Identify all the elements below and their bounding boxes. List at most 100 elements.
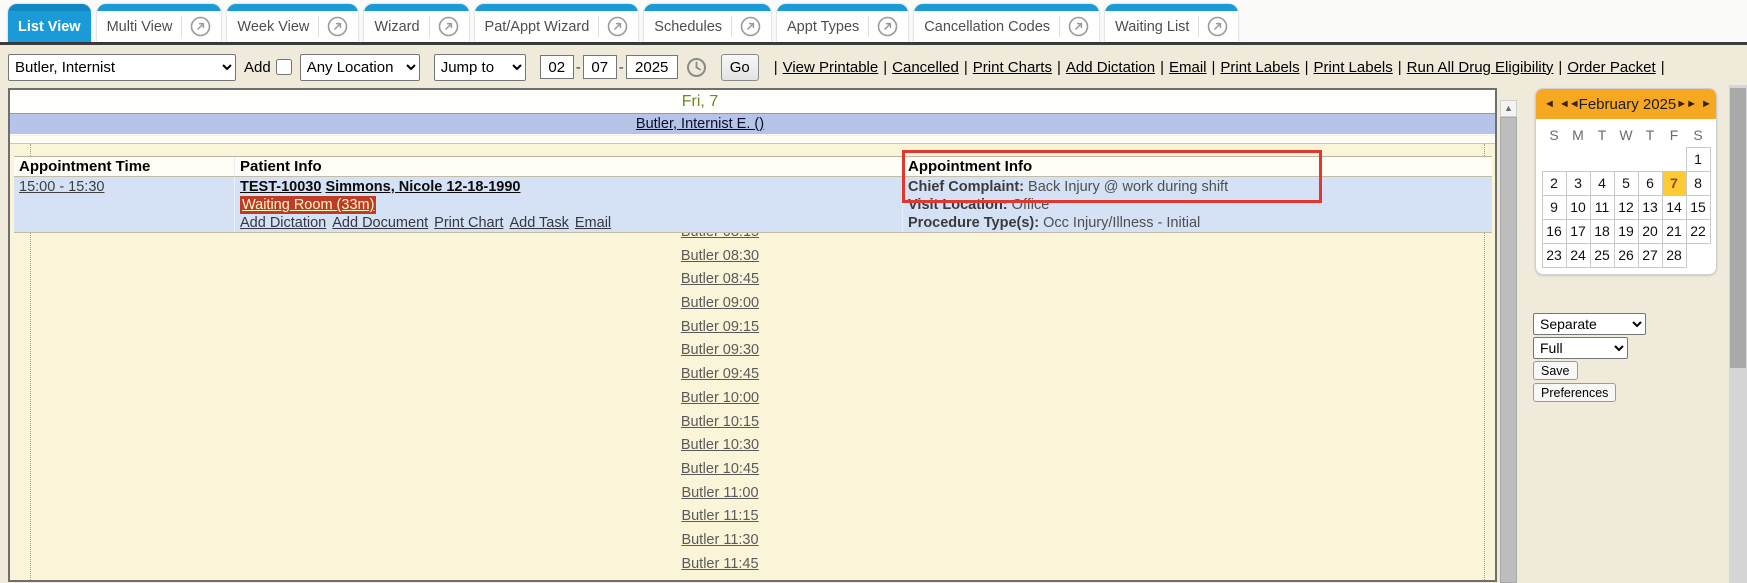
calendar-day[interactable]: 17 — [1566, 219, 1590, 243]
next-year-icon[interactable]: ►► — [1676, 98, 1696, 110]
location-select[interactable]: Any Location — [300, 54, 420, 81]
time-slot-link[interactable]: Butler 11:30 — [681, 532, 758, 548]
calendar-day-selected[interactable]: 7 — [1662, 171, 1686, 195]
time-slot-link[interactable]: Butler 12:00 — [681, 579, 759, 580]
calendar-day[interactable]: 26 — [1614, 243, 1638, 267]
calendar-day[interactable]: 23 — [1542, 243, 1566, 267]
layout-mode-select[interactable]: Separate — [1533, 313, 1646, 335]
clock-icon[interactable] — [686, 57, 707, 78]
external-link-icon[interactable] — [318, 16, 348, 37]
provider-select[interactable]: Butler, Internist — [8, 54, 236, 81]
tab-appt-types[interactable]: Appt Types — [777, 4, 908, 42]
page-scrollbar-thumb[interactable] — [1730, 88, 1746, 368]
save-button[interactable]: Save — [1533, 361, 1578, 380]
page-scrollbar[interactable] — [1729, 85, 1747, 583]
toolbar-link-print-labels[interactable]: Print Labels — [1314, 59, 1393, 76]
time-slot-link[interactable]: Butler 08:30 — [681, 248, 759, 264]
schedule-scrollbar[interactable]: ▲ — [1500, 100, 1517, 583]
toolbar-link-email[interactable]: Email — [1169, 59, 1207, 76]
preferences-button[interactable]: Preferences — [1533, 383, 1616, 402]
calendar-day[interactable]: 15 — [1686, 195, 1710, 219]
time-slot-link[interactable]: Butler 09:00 — [681, 295, 759, 311]
calendar-day[interactable]: 4 — [1590, 171, 1614, 195]
toolbar-link-run-all-drug-eligibility[interactable]: Run All Drug Eligibility — [1407, 59, 1554, 76]
calendar-day[interactable]: 13 — [1638, 195, 1662, 219]
calendar-day[interactable]: 11 — [1590, 195, 1614, 219]
calendar-day[interactable]: 1 — [1686, 147, 1710, 171]
patient-action-add-document[interactable]: Add Document — [332, 215, 428, 231]
calendar-day[interactable]: 24 — [1566, 243, 1590, 267]
calendar-day[interactable]: 10 — [1566, 195, 1590, 219]
calendar-day[interactable]: 2 — [1542, 171, 1566, 195]
tab-cancellation-codes[interactable]: Cancellation Codes — [914, 4, 1099, 42]
external-link-icon[interactable] — [429, 16, 459, 37]
calendar-day[interactable]: 6 — [1638, 171, 1662, 195]
calendar-day[interactable]: 20 — [1638, 219, 1662, 243]
go-button[interactable]: Go — [721, 54, 759, 81]
external-link-icon[interactable] — [1059, 16, 1089, 37]
time-slot-link[interactable]: Butler 09:30 — [681, 342, 759, 358]
external-link-icon[interactable] — [181, 16, 211, 37]
toolbar-link-order-packet[interactable]: Order Packet — [1567, 59, 1655, 76]
time-slot-link[interactable]: Butler 11:15 — [681, 508, 758, 524]
toolbar-link-cancelled[interactable]: Cancelled — [892, 59, 959, 76]
external-link-icon[interactable] — [731, 16, 761, 37]
patient-action-add-dictation[interactable]: Add Dictation — [240, 215, 326, 231]
month-input[interactable] — [540, 55, 574, 79]
calendar-day[interactable]: 21 — [1662, 219, 1686, 243]
time-slot-link[interactable]: Butler 11:00 — [681, 485, 758, 501]
view-size-select[interactable]: Full — [1533, 337, 1628, 359]
patient-id-link[interactable]: TEST-10030 — [240, 179, 321, 195]
time-slot-link[interactable]: Butler 11:45 — [681, 556, 758, 572]
patient-action-print-chart[interactable]: Print Chart — [434, 215, 503, 231]
tab-week-view[interactable]: Week View — [227, 4, 358, 42]
calendar-day[interactable]: 28 — [1662, 243, 1686, 267]
tab-wizard[interactable]: Wizard — [364, 4, 468, 42]
external-link-icon[interactable] — [1198, 16, 1228, 37]
external-link-icon[interactable] — [868, 16, 898, 37]
time-slot-link[interactable]: Butler 10:45 — [681, 461, 759, 477]
calendar-day[interactable]: 16 — [1542, 219, 1566, 243]
external-link-icon[interactable] — [598, 16, 628, 37]
prev-month-icon[interactable]: ◄ — [1544, 98, 1554, 110]
calendar-day[interactable]: 25 — [1590, 243, 1614, 267]
tab-pat-appt-wizard[interactable]: Pat/Appt Wizard — [475, 4, 639, 42]
tab-waiting-list[interactable]: Waiting List — [1105, 4, 1238, 42]
jump-to-select[interactable]: Jump to — [434, 54, 526, 81]
toolbar-link-view-printable[interactable]: View Printable — [783, 59, 879, 76]
calendar-day[interactable]: 27 — [1638, 243, 1662, 267]
calendar-day[interactable]: 14 — [1662, 195, 1686, 219]
time-slot-link[interactable]: Butler 09:15 — [681, 319, 759, 335]
calendar-day[interactable]: 8 — [1686, 171, 1710, 195]
time-slot-link[interactable]: Butler 09:45 — [681, 366, 759, 382]
time-slot-link[interactable]: Butler 10:15 — [681, 414, 759, 430]
patient-action-add-task[interactable]: Add Task — [509, 215, 568, 231]
calendar-day[interactable]: 18 — [1590, 219, 1614, 243]
toolbar-link-add-dictation[interactable]: Add Dictation — [1066, 59, 1155, 76]
toolbar-link-print-labels[interactable]: Print Labels — [1220, 59, 1299, 76]
calendar-day[interactable]: 5 — [1614, 171, 1638, 195]
prev-year-icon[interactable]: ◄◄ — [1559, 98, 1579, 110]
time-slot-link[interactable]: Butler 10:30 — [681, 437, 759, 453]
year-input[interactable] — [626, 55, 678, 79]
calendar-day[interactable]: 22 — [1686, 219, 1710, 243]
toolbar-link-print-charts[interactable]: Print Charts — [973, 59, 1052, 76]
provider-header-link[interactable]: Butler, Internist E. () — [10, 114, 1390, 134]
add-checkbox[interactable] — [276, 59, 292, 75]
scrollbar-thumb[interactable] — [1500, 117, 1517, 583]
calendar-day[interactable]: 9 — [1542, 195, 1566, 219]
tab-list-view[interactable]: List View — [8, 4, 91, 42]
time-slot-link[interactable]: Butler 10:00 — [681, 390, 759, 406]
calendar-day[interactable]: 19 — [1614, 219, 1638, 243]
tab-schedules[interactable]: Schedules — [644, 4, 771, 42]
next-month-icon[interactable]: ► — [1701, 98, 1711, 110]
day-input[interactable] — [583, 55, 617, 79]
patient-action-email[interactable]: Email — [575, 215, 611, 231]
time-slot-link[interactable]: Butler 08:45 — [681, 271, 759, 287]
patient-name-link[interactable]: Simmons, Nicole 12-18-1990 — [325, 179, 520, 195]
calendar-day[interactable]: 12 — [1614, 195, 1638, 219]
scrollbar-up-arrow[interactable]: ▲ — [1500, 100, 1517, 117]
calendar-day[interactable]: 3 — [1566, 171, 1590, 195]
appointment-time-link[interactable]: 15:00 - 15:30 — [19, 179, 104, 195]
tab-multi-view[interactable]: Multi View — [97, 4, 222, 42]
